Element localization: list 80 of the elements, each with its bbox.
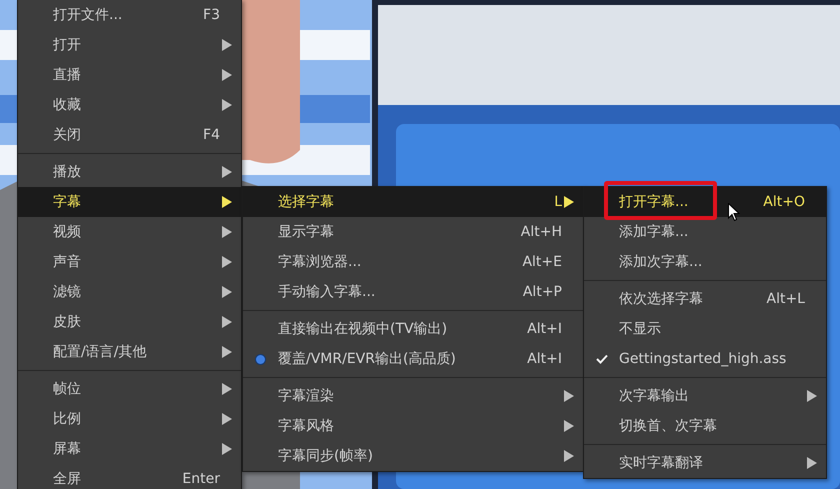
menu-item-label: 覆盖/VMR/EVR输出(高品质) xyxy=(278,350,456,368)
menu-item-label: 选择字幕 xyxy=(278,193,334,211)
cursor-icon xyxy=(728,203,740,222)
menu-item[interactable]: 不显示 xyxy=(584,314,826,344)
menu-item-label: 次字幕输出 xyxy=(619,387,689,405)
menu-item[interactable]: 显示字幕 Alt+H xyxy=(243,217,583,247)
menu-item-label: 添加字幕... xyxy=(619,223,688,241)
menu-item[interactable]: 选择字幕 L xyxy=(243,187,583,217)
shortcut-text: F3 xyxy=(203,7,220,23)
shortcut-text: Enter xyxy=(182,471,220,487)
menu-item-label: 不显示 xyxy=(619,320,661,338)
menu-item-label: 字幕 xyxy=(53,193,81,211)
menu-item-label: 全屏 xyxy=(53,470,81,488)
menu-item-label: 添加次字幕... xyxy=(619,253,702,271)
menu-item[interactable]: 声音 xyxy=(18,247,241,277)
menu-item-label: 切换首、次字幕 xyxy=(619,417,717,435)
menu-item[interactable]: 字幕 xyxy=(18,187,241,217)
menu-item-label: 字幕浏览器... xyxy=(278,253,362,271)
menu-item-label: 打开文件... xyxy=(53,6,122,24)
menu-item[interactable]: 次字幕输出 xyxy=(584,381,826,411)
menu-item[interactable]: 全屏 Enter xyxy=(18,464,241,489)
shortcut-text: F4 xyxy=(203,127,220,143)
menu-item[interactable]: 字幕渲染 xyxy=(243,381,583,411)
menu-item[interactable]: 添加字幕... xyxy=(584,217,826,247)
menu-item[interactable]: 手动输入字幕... Alt+P xyxy=(243,277,583,307)
menu-item[interactable]: 打开 xyxy=(18,30,241,60)
menu-item-label: 声音 xyxy=(53,253,81,271)
menu-item-label: 屏幕 xyxy=(53,440,81,458)
menu-item-label: 滤镜 xyxy=(53,283,81,301)
menu-item-label: 字幕同步(帧率) xyxy=(278,447,373,465)
shortcut-text: Alt+O xyxy=(763,194,805,210)
shortcut-text: Alt+I xyxy=(527,321,562,337)
menu-item[interactable]: 覆盖/VMR/EVR输出(高品质) Alt+I xyxy=(243,344,583,374)
menu-item[interactable]: 屏幕 xyxy=(18,434,241,464)
menu-item-label: 字幕渲染 xyxy=(278,387,334,405)
menu-item[interactable]: 依次选择字幕 Alt+L xyxy=(584,284,826,314)
menu-item[interactable]: 配置/语言/其他 xyxy=(18,337,241,367)
menu-item-label: 实时字幕翻译 xyxy=(619,454,703,472)
menu-item-label: 打开 xyxy=(53,36,81,54)
menu-item[interactable]: 帧位 xyxy=(18,374,241,404)
menu-item[interactable]: 皮肤 xyxy=(18,307,241,337)
menu-item[interactable]: 打开文件... F3 xyxy=(18,0,241,30)
menu-item[interactable]: 关闭 F4 xyxy=(18,120,241,150)
menu-item-label: 播放 xyxy=(53,163,81,181)
menu-item[interactable]: 添加次字幕... xyxy=(584,247,826,277)
menu-item-label: 依次选择字幕 xyxy=(619,290,703,308)
menu-item-label: 直播 xyxy=(53,66,81,84)
menu-item[interactable]: 比例 xyxy=(18,404,241,434)
shortcut-text: Alt+E xyxy=(522,254,562,270)
menu-item-label: 帧位 xyxy=(53,380,81,398)
menu-item[interactable]: Gettingstarted_high.ass xyxy=(584,344,826,374)
menu-item-label: 打开字幕... xyxy=(619,193,688,211)
menu-item[interactable]: 直播 xyxy=(18,60,241,90)
menu-item-label: 比例 xyxy=(53,410,81,428)
menu-item[interactable]: 播放 xyxy=(18,157,241,187)
menu-item[interactable]: 字幕浏览器... Alt+E xyxy=(243,247,583,277)
menu-item-label: 直接输出在视频中(TV输出) xyxy=(278,320,448,338)
menu-item-label: 视频 xyxy=(53,223,81,241)
menu-item[interactable]: 视频 xyxy=(18,217,241,247)
menu-item[interactable]: 实时字幕翻译 xyxy=(584,448,826,478)
menu-item[interactable]: 字幕风格 xyxy=(243,411,583,441)
menu-item-label: 收藏 xyxy=(53,96,81,114)
menu-item[interactable]: 打开字幕... Alt+O xyxy=(584,187,826,217)
menu-item[interactable]: 字幕同步(帧率) xyxy=(243,441,583,471)
menu-item-label: 关闭 xyxy=(53,126,81,144)
shortcut-text: Alt+P xyxy=(522,284,562,300)
shortcut-text: Alt+H xyxy=(520,224,562,240)
menu-item-label: Gettingstarted_high.ass xyxy=(619,351,786,367)
menu-item-label: 显示字幕 xyxy=(278,223,334,241)
menu-item[interactable]: 收藏 xyxy=(18,90,241,120)
menu-item-label: 手动输入字幕... xyxy=(278,283,376,301)
menu-item-label: 字幕风格 xyxy=(278,417,334,435)
menu-item[interactable]: 直接输出在视频中(TV输出) Alt+I xyxy=(243,314,583,344)
shortcut-text: Alt+L xyxy=(766,291,805,307)
menu-item[interactable]: 滤镜 xyxy=(18,277,241,307)
shortcut-text: Alt+I xyxy=(527,351,562,367)
shortcut-text: L xyxy=(554,194,562,210)
menu-item[interactable]: 切换首、次字幕 xyxy=(584,411,826,441)
menu-item-label: 皮肤 xyxy=(53,313,81,331)
menu-item-label: 配置/语言/其他 xyxy=(53,343,146,361)
